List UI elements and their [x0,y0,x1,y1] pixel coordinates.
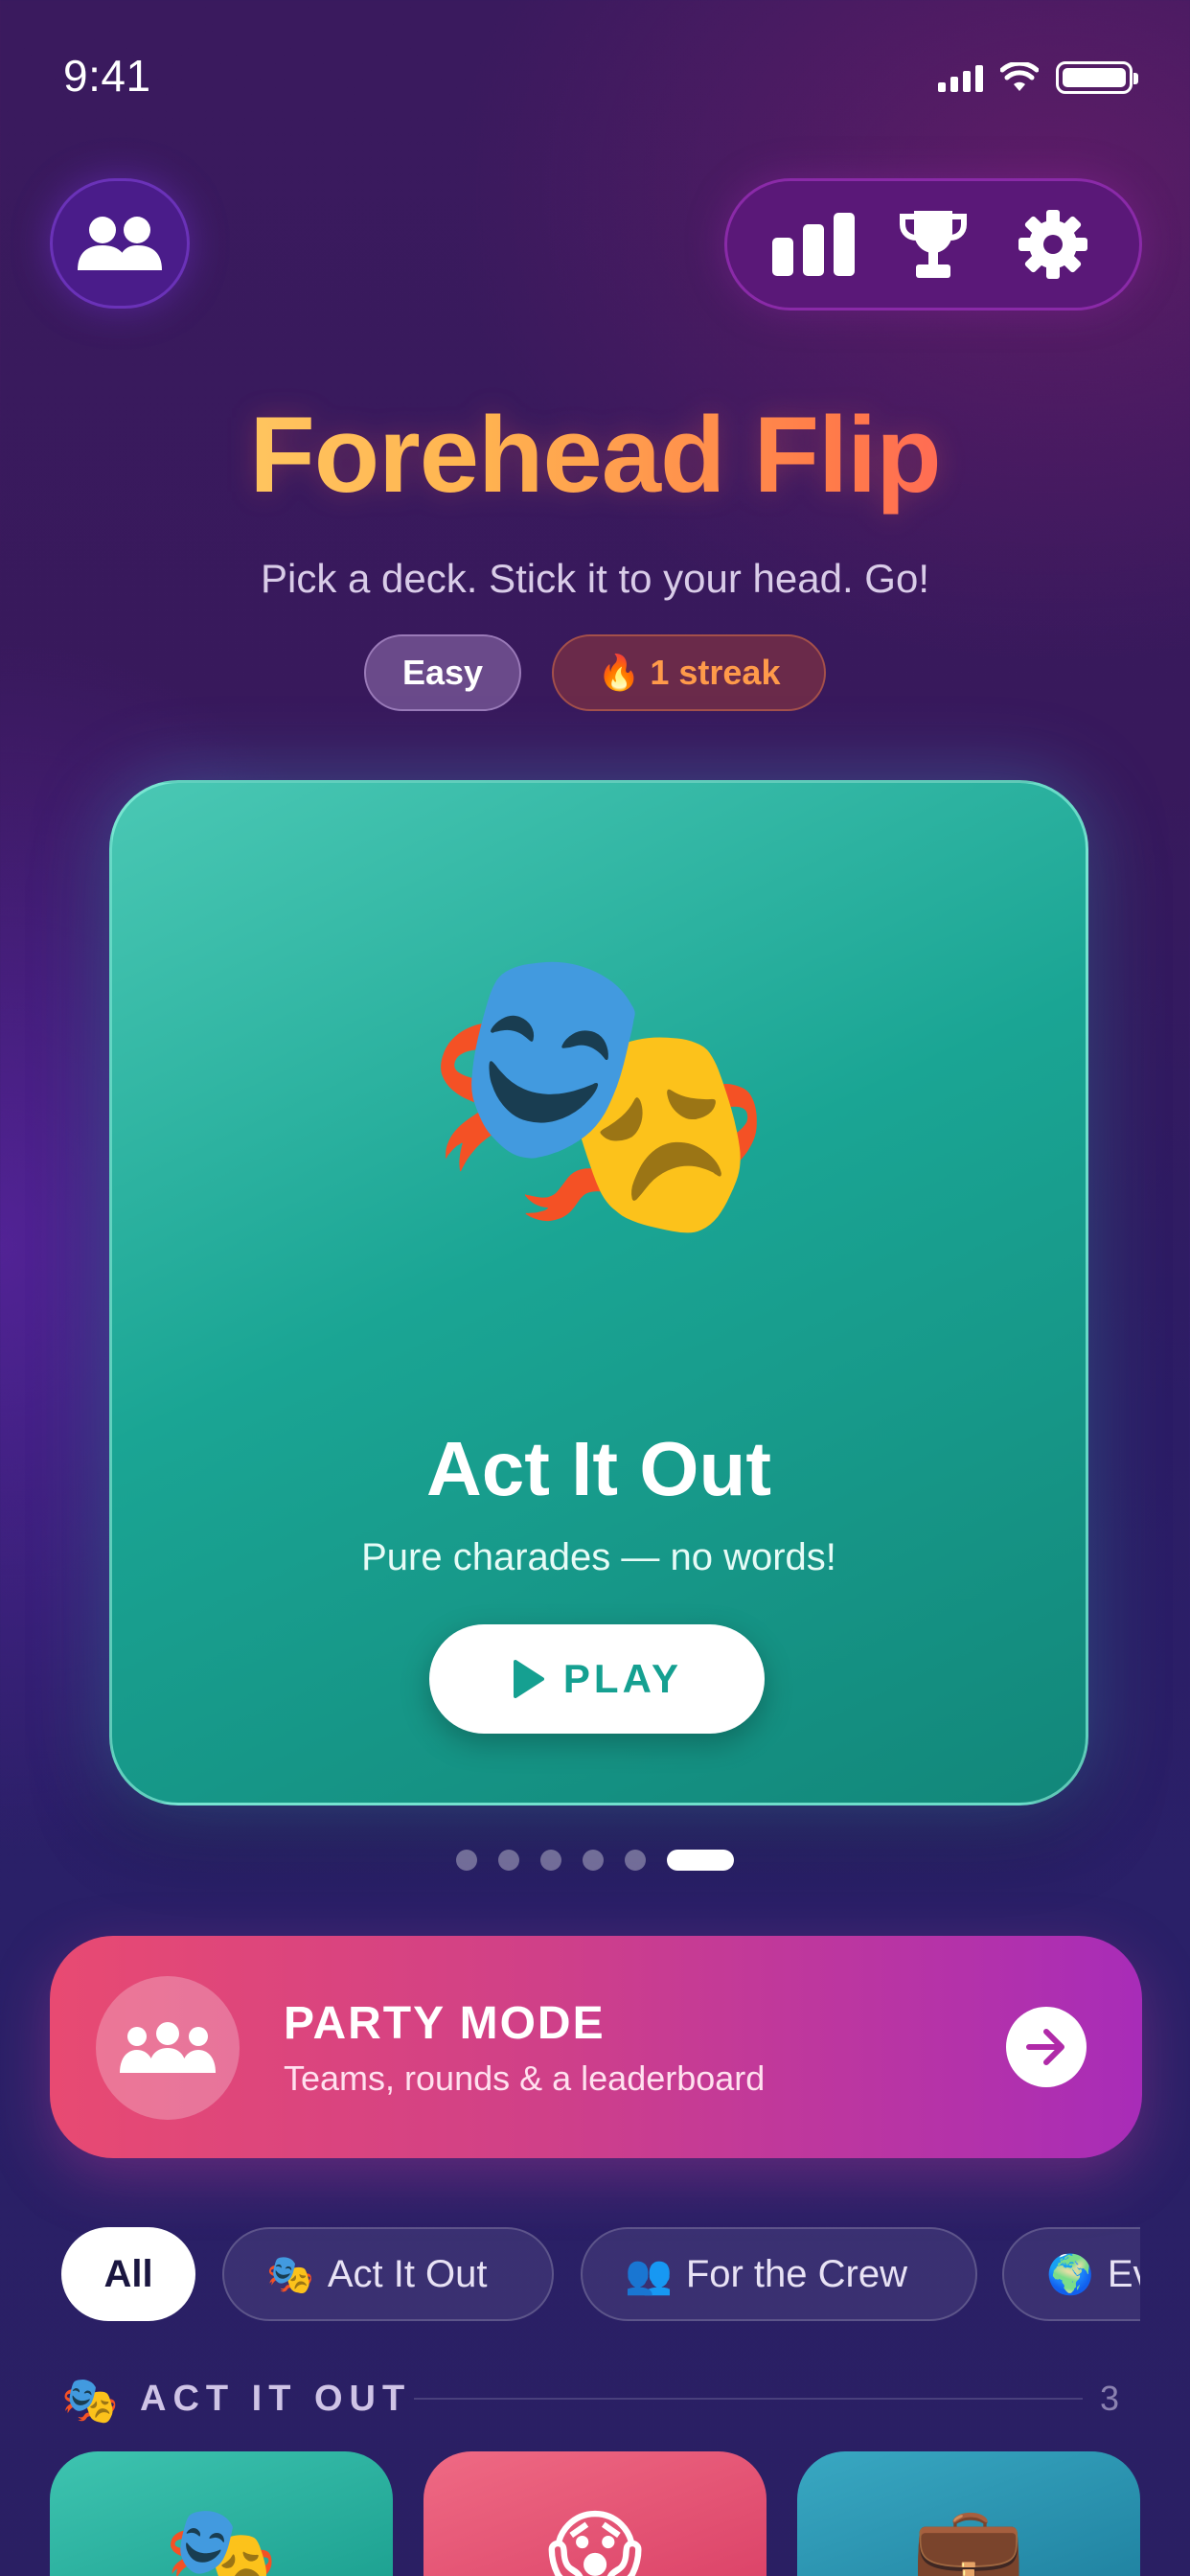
users-icon [78,217,162,270]
filter-chip-label: For the Crew [685,2252,907,2295]
deck-card[interactable]: 😱 [423,2451,767,2576]
page-dot-active[interactable] [667,1850,734,1871]
group-icon: 👥 [625,2253,673,2296]
gear-icon [1018,210,1087,279]
deck-subtitle: Pure charades — no words! [361,1536,836,1578]
wifi-icon [1000,62,1039,91]
bar-chart-icon [772,213,856,276]
section-divider [414,2398,1083,2400]
stats-button[interactable] [767,198,859,290]
status-icons [938,61,1138,94]
play-button[interactable]: PLAY [429,1624,765,1734]
page-dot[interactable] [583,1850,604,1871]
play-label: PLAY [562,1656,683,1701]
arrow-right-icon [1026,2029,1064,2065]
streak-label: 1 streak [650,653,781,692]
filter-chip-label: Ev [1107,2252,1140,2295]
party-mode-title: PARTY MODE [284,1998,606,2049]
scream-face-icon: 😱 [546,2502,644,2576]
fire-icon: 🔥 [597,653,641,692]
top-actions-pill [724,178,1142,310]
party-mode-arrow-button[interactable] [1006,2007,1087,2087]
group-icon [120,2022,216,2073]
party-icon-circle [96,1976,240,2120]
deck-card[interactable]: 💼 [797,2451,1140,2576]
featured-deck-card[interactable]: 🎭 Act It Out Pure charades — no words! P… [109,780,1088,1806]
status-time: 9:41 [63,51,151,101]
filter-chip-all[interactable]: All [61,2227,195,2321]
cellular-signal-icon [938,63,983,92]
section-count: 3 [1100,2379,1120,2418]
filter-chip-label: Act It Out [327,2252,488,2295]
trophy-icon [899,211,967,278]
deck-card[interactable]: 🎭 [50,2451,393,2576]
globe-icon: 🌍 [1046,2253,1094,2296]
battery-icon [1056,61,1138,94]
friends-button[interactable] [50,178,190,309]
settings-button[interactable] [1007,198,1099,290]
play-icon [513,1660,544,1698]
deck-title: Act It Out [426,1426,771,1511]
performing-arts-icon: 🎭 [420,929,778,1251]
section-title: ACT IT OUT [140,2379,412,2419]
filter-chip-act-it-out[interactable]: 🎭 Act It Out [222,2227,554,2321]
briefcase-icon: 💼 [911,2501,1026,2576]
performing-arts-icon: 🎭 [164,2501,279,2576]
streak-chip: 🔥 1 streak [552,634,826,711]
performing-arts-icon: 🎭 [266,2253,314,2296]
app-subtitle: Pick a deck. Stick it to your head. Go! [261,556,929,601]
filter-chip-partial[interactable]: 🌍 Ev [1002,2227,1140,2321]
party-mode-subtitle: Teams, rounds & a leaderboard [284,2058,766,2098]
party-mode-banner[interactable]: PARTY MODE Teams, rounds & a leaderboard [50,1936,1142,2158]
section-icon: 🎭 [61,2376,119,2426]
leaderboard-button[interactable] [887,198,979,290]
page-dot[interactable] [498,1850,519,1871]
page-dot[interactable] [625,1850,646,1871]
difficulty-chip[interactable]: Easy [364,634,521,711]
app-title: Forehead Flip [0,393,1190,517]
carousel-page-dots[interactable] [0,1850,1190,1871]
page-dot[interactable] [456,1850,477,1871]
filter-chip-for-the-crew[interactable]: 👥 For the Crew [581,2227,977,2321]
page-dot[interactable] [540,1850,561,1871]
category-filter-bar[interactable]: All 🎭 Act It Out 👥 For the Crew 🌍 Ev [0,2227,1140,2323]
